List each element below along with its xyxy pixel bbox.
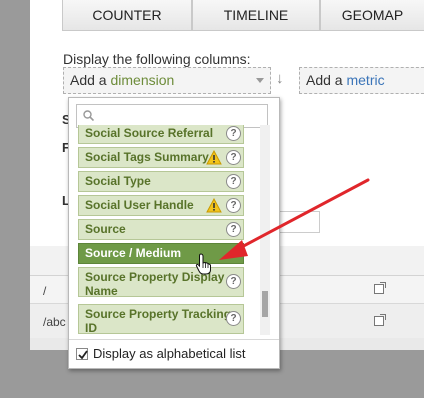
hand-cursor-icon bbox=[195, 253, 211, 275]
annotation-arrow bbox=[219, 178, 370, 260]
